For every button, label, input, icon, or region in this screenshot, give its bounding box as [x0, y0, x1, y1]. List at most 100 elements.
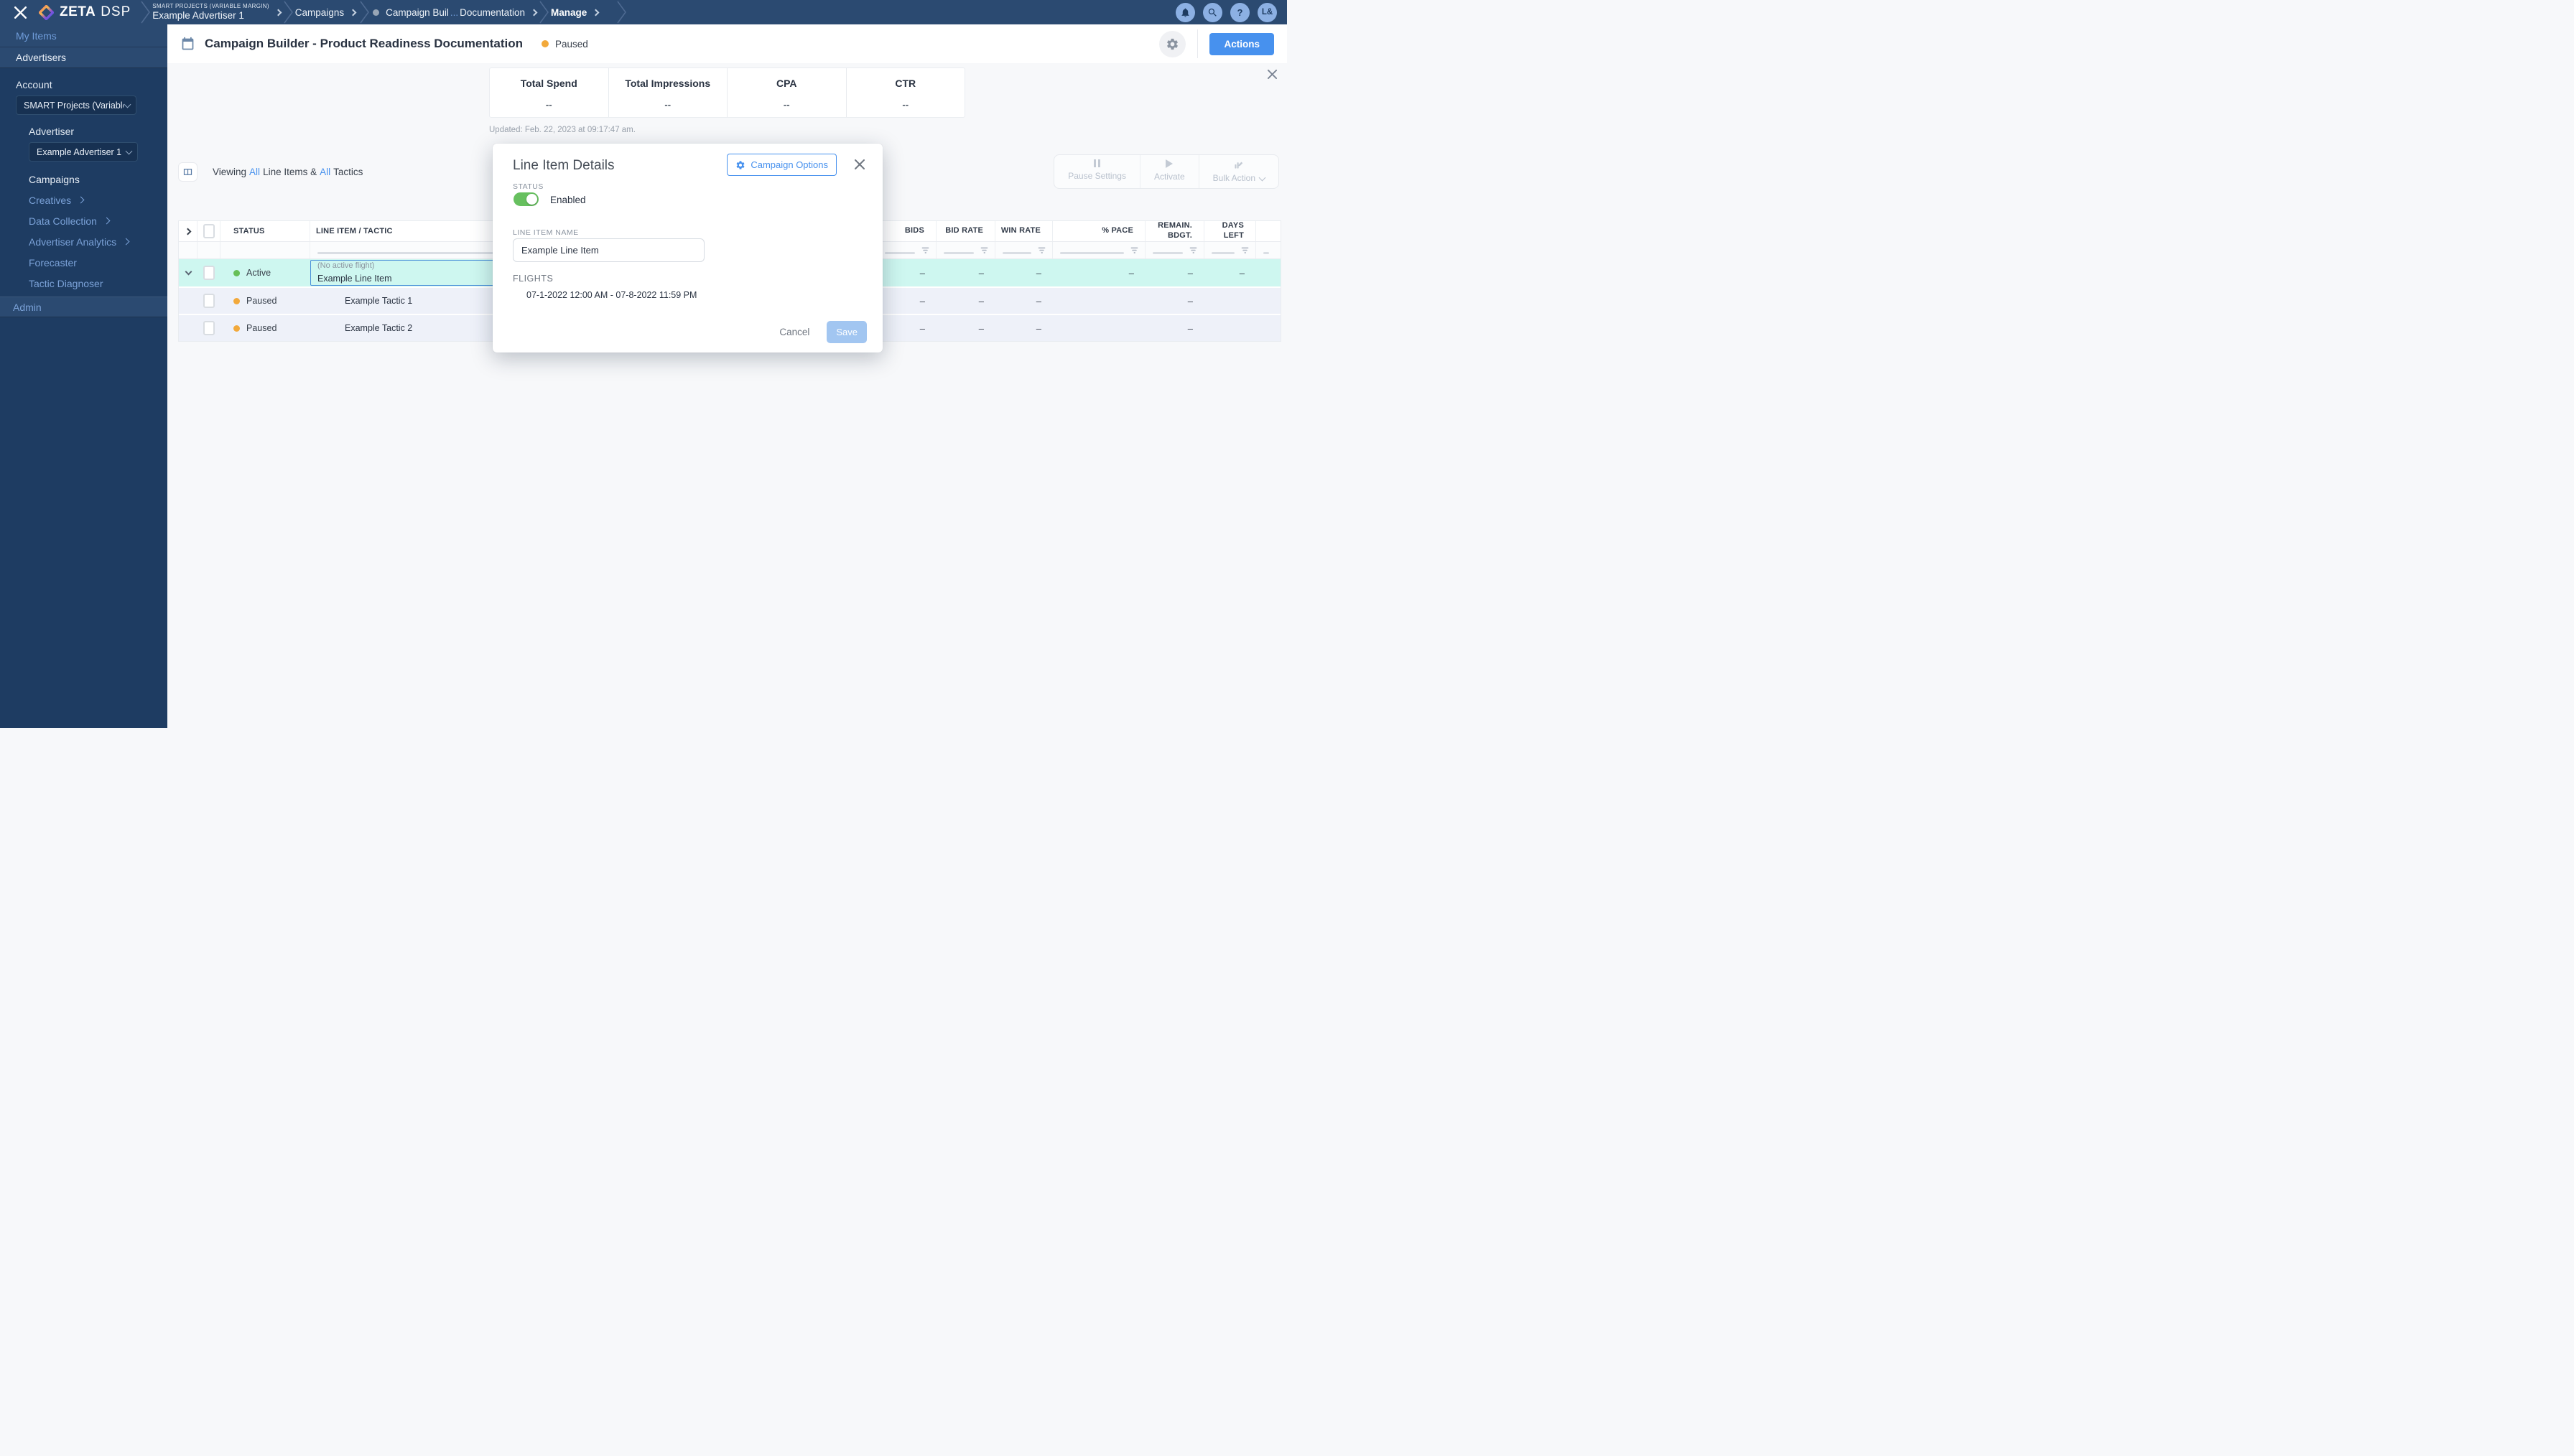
column-header-pace[interactable]: % PACE — [1053, 221, 1146, 241]
account-select-value: SMART Projects (Variable M... — [24, 100, 124, 111]
row-checkbox[interactable] — [203, 266, 215, 280]
collapse-row-icon[interactable] — [185, 268, 192, 276]
breadcrumb-campaign-label: Campaign Buil... Documentation — [386, 6, 525, 18]
cancel-button[interactable]: Cancel — [779, 327, 809, 337]
column-header-bid-rate[interactable]: BID RATE — [937, 221, 995, 241]
column-header-status[interactable]: STATUS — [220, 221, 310, 241]
main-content: Campaign Builder - Product Readiness Doc… — [167, 24, 1287, 728]
row-checkbox[interactable] — [203, 321, 215, 335]
breadcrumb-manage[interactable]: Manage — [551, 7, 600, 18]
row-checkbox[interactable] — [203, 294, 215, 308]
filter-days-left[interactable] — [1204, 242, 1256, 258]
sidebar-my-items-label: My Items — [16, 29, 57, 42]
filter-icon[interactable] — [1189, 246, 1198, 255]
help-button[interactable]: ? — [1230, 2, 1250, 22]
row-status-label: Paused — [246, 296, 277, 306]
status-value: Enabled — [550, 195, 586, 205]
breadcrumb-advertiser-label: Example Advertiser 1 — [152, 9, 244, 21]
breadcrumb-campaigns[interactable]: Campaigns — [295, 7, 357, 18]
chevron-down-icon — [125, 147, 133, 154]
cell-days-left: – — [1239, 267, 1245, 279]
brand-logo: ZETA DSP — [39, 4, 131, 20]
pause-settings-button[interactable]: Pause Settings — [1054, 155, 1140, 188]
column-header-win-rate[interactable]: WIN RATE — [995, 221, 1053, 241]
all-line-items-link[interactable]: All — [249, 167, 260, 177]
filter-icon[interactable] — [921, 246, 930, 255]
column-settings-button[interactable] — [178, 162, 198, 182]
sidebar-item-label: Creatives — [29, 194, 72, 206]
line-item-name-input[interactable] — [513, 238, 705, 262]
menu-close-icon[interactable] — [13, 5, 27, 19]
expand-all-header[interactable] — [179, 221, 198, 241]
stats-close-icon[interactable] — [1264, 66, 1280, 82]
filter-input-underline[interactable] — [1003, 252, 1031, 254]
filter-input-underline[interactable] — [1153, 252, 1183, 254]
activate-button[interactable]: Activate — [1140, 155, 1199, 188]
advertiser-select-value: Example Advertiser 1 — [37, 146, 122, 157]
modal-close-icon[interactable] — [852, 157, 867, 172]
filter-icon[interactable] — [1130, 246, 1139, 255]
help-label: ? — [1237, 6, 1243, 18]
select-all-header[interactable] — [198, 221, 220, 241]
sidebar-item-label: Campaigns — [29, 173, 80, 185]
all-tactics-link[interactable]: All — [320, 167, 330, 177]
filter-bid-rate[interactable] — [937, 242, 995, 258]
filter-input-underline[interactable] — [1060, 252, 1124, 254]
sidebar: My Items Advertisers Account SMART Proje… — [0, 24, 167, 728]
column-header-remain-bdgt[interactable]: REMAIN. BDGT. — [1146, 221, 1204, 241]
filter-input-underline[interactable] — [885, 252, 915, 254]
filter-remain-bdgt[interactable] — [1146, 242, 1204, 258]
breadcrumb-advertiser[interactable]: SMART PROJECTS (VARIABLE MARGIN) Example… — [152, 3, 282, 22]
account-select[interactable]: SMART Projects (Variable M... — [16, 95, 136, 115]
notifications-button[interactable] — [1176, 2, 1195, 22]
filter-icon[interactable] — [980, 246, 989, 255]
advertiser-select[interactable]: Example Advertiser 1 — [29, 142, 138, 162]
breadcrumb-separator-icon — [539, 1, 549, 24]
sidebar-item-creatives[interactable]: Creatives — [0, 190, 167, 210]
filter-input-underline[interactable] — [944, 252, 974, 254]
header-divider — [1197, 29, 1199, 58]
stat-cpa: CPA -- — [728, 68, 847, 117]
row-status-label: Active — [246, 268, 271, 278]
chevron-right-icon — [122, 238, 130, 246]
paused-dot-icon — [233, 325, 240, 332]
column-header-bids[interactable]: BIDS — [878, 221, 937, 241]
bulk-action-button[interactable]: Bulk Action — [1199, 155, 1278, 188]
filter-pace[interactable] — [1053, 242, 1146, 258]
sidebar-item-tactic-diagnoser[interactable]: Tactic Diagnoser — [0, 273, 167, 294]
breadcrumb-campaign[interactable]: Campaign Buil... Documentation — [373, 6, 538, 18]
cell-bid-rate: – — [978, 295, 984, 307]
sidebar-item-advertisers[interactable]: Advertisers — [0, 47, 167, 68]
sidebar-item-data-collection[interactable]: Data Collection — [0, 210, 167, 231]
column-header-spacer — [1256, 221, 1281, 241]
sidebar-item-campaigns[interactable]: Campaigns — [0, 169, 167, 190]
select-all-checkbox[interactable] — [203, 224, 215, 238]
filter-win-rate[interactable] — [995, 242, 1053, 258]
cell-pace: – — [1128, 267, 1134, 279]
tactic-name[interactable]: Example Tactic 2 — [310, 323, 412, 333]
play-icon — [1166, 159, 1174, 168]
settings-gear-button[interactable] — [1159, 30, 1186, 57]
filter-icon[interactable] — [1037, 246, 1046, 255]
viewing-suffix: Tactics — [333, 166, 363, 177]
filter-input-underline[interactable] — [1212, 252, 1235, 254]
filter-input-underline — [1263, 252, 1269, 254]
status-toggle[interactable] — [514, 192, 539, 206]
sidebar-item-admin[interactable]: Admin — [0, 297, 167, 317]
cell-bid-rate: – — [978, 267, 984, 279]
sidebar-item-forecaster[interactable]: Forecaster — [0, 252, 167, 273]
cell-bid-rate: – — [978, 322, 984, 334]
actions-button[interactable]: Actions — [1209, 32, 1274, 55]
bulk-button-group: Pause Settings Activate Bulk Action — [1054, 154, 1279, 189]
sidebar-admin-label: Admin — [13, 301, 42, 313]
filter-icon[interactable] — [1240, 246, 1250, 255]
sidebar-item-my-items[interactable]: My Items — [0, 24, 167, 47]
column-header-days-left[interactable]: DAYS LEFT — [1204, 221, 1256, 241]
search-button[interactable] — [1203, 2, 1222, 22]
save-button[interactable]: Save — [827, 321, 867, 343]
sidebar-item-advertiser-analytics[interactable]: Advertiser Analytics — [0, 231, 167, 252]
tactic-name[interactable]: Example Tactic 1 — [310, 296, 412, 306]
avatar[interactable]: L& — [1258, 2, 1277, 22]
campaign-options-button[interactable]: Campaign Options — [727, 154, 837, 176]
filter-bids[interactable] — [878, 242, 937, 258]
